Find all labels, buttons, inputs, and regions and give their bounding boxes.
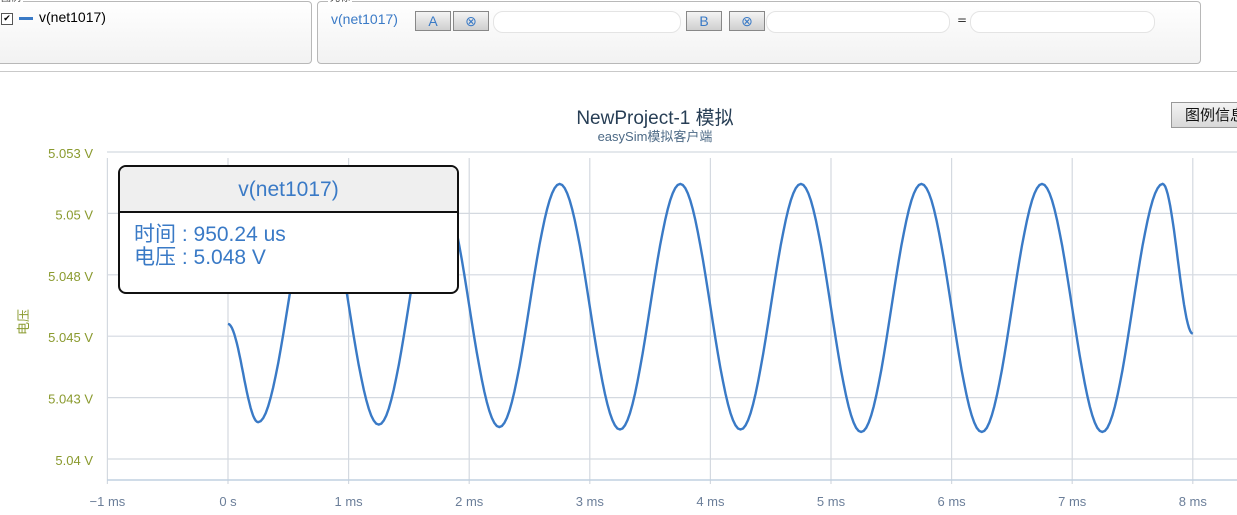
cursor-b-clear-icon[interactable]: ⊗ <box>729 11 765 31</box>
x-tick-label: 3 ms <box>576 494 605 509</box>
y-tick-label: 5.05 V <box>55 207 93 222</box>
y-axis-title: 电压 <box>17 309 32 335</box>
series-color-swatch <box>19 17 33 20</box>
y-tick-label: 5.043 V <box>48 392 93 407</box>
x-tick-label: 7 ms <box>1058 494 1087 509</box>
y-tick-label: 5.053 V <box>48 146 93 161</box>
tooltip-voltage-label: 电压 <box>134 246 176 269</box>
cursor-series-name: v(net1017) <box>331 11 398 27</box>
equals-sign: = <box>957 13 968 27</box>
y-tick-label: 5.048 V <box>48 269 93 284</box>
tooltip-time-row: 时间 : 950.24 us <box>134 223 286 246</box>
tooltip-voltage-row: 电压 : 5.048 V <box>134 246 266 269</box>
tooltip-time-label: 时间 <box>134 223 176 246</box>
y-axis-labels: 5.04 V 5.043 V 5.045 V 5.048 V 5.05 V 5.053 V <box>48 146 93 468</box>
legend-panel-caption: 图例 <box>0 0 23 5</box>
cursor-b-button[interactable]: B <box>686 11 722 31</box>
tooltip-series-name: v(net1017) <box>120 167 457 213</box>
x-tick-label: −1 ms <box>90 494 126 509</box>
y-tick-label: 5.04 V <box>55 453 93 468</box>
x-tick-label: 5 ms <box>817 494 846 509</box>
y-tick-label: 5.045 V <box>48 330 93 345</box>
cursor-a-button[interactable]: A <box>415 11 451 31</box>
legend-series-name[interactable]: v(net1017) <box>39 9 106 25</box>
cursor-panel-caption: 光标 <box>328 0 352 5</box>
data-tooltip: v(net1017) 时间 : 950.24 us 电压 : 5.048 V <box>118 165 459 294</box>
cursor-a-clear-icon[interactable]: ⊗ <box>453 11 489 31</box>
cursor-result-field[interactable] <box>970 11 1155 33</box>
series-visibility-checkbox[interactable]: ✔ <box>1 13 13 25</box>
tooltip-time-value: 950.24 us <box>193 223 286 246</box>
cursor-a-value-field[interactable] <box>493 11 681 33</box>
x-tick-label: 0 s <box>219 494 237 509</box>
cursor-panel: 光标 v(net1017) A ⊗ B ⊗ = <box>317 0 1201 64</box>
tooltip-voltage-value: 5.048 V <box>193 246 266 269</box>
x-tick-label: 4 ms <box>696 494 725 509</box>
top-panel: 图例 ✔ v(net1017) 光标 v(net1017) A ⊗ B ⊗ = <box>0 0 1237 72</box>
cursor-b-value-field[interactable] <box>766 11 950 33</box>
x-tick-label: 6 ms <box>938 494 967 509</box>
legend-panel: 图例 ✔ v(net1017) <box>0 0 312 64</box>
x-tick-label: 8 ms <box>1179 494 1208 509</box>
x-axis-labels: −1 ms 0 s 1 ms 2 ms 3 ms 4 ms 5 ms 6 ms 7 ms 8 ms <box>90 494 1208 509</box>
x-tick-label: 2 ms <box>455 494 484 509</box>
x-tick-label: 1 ms <box>335 494 364 509</box>
